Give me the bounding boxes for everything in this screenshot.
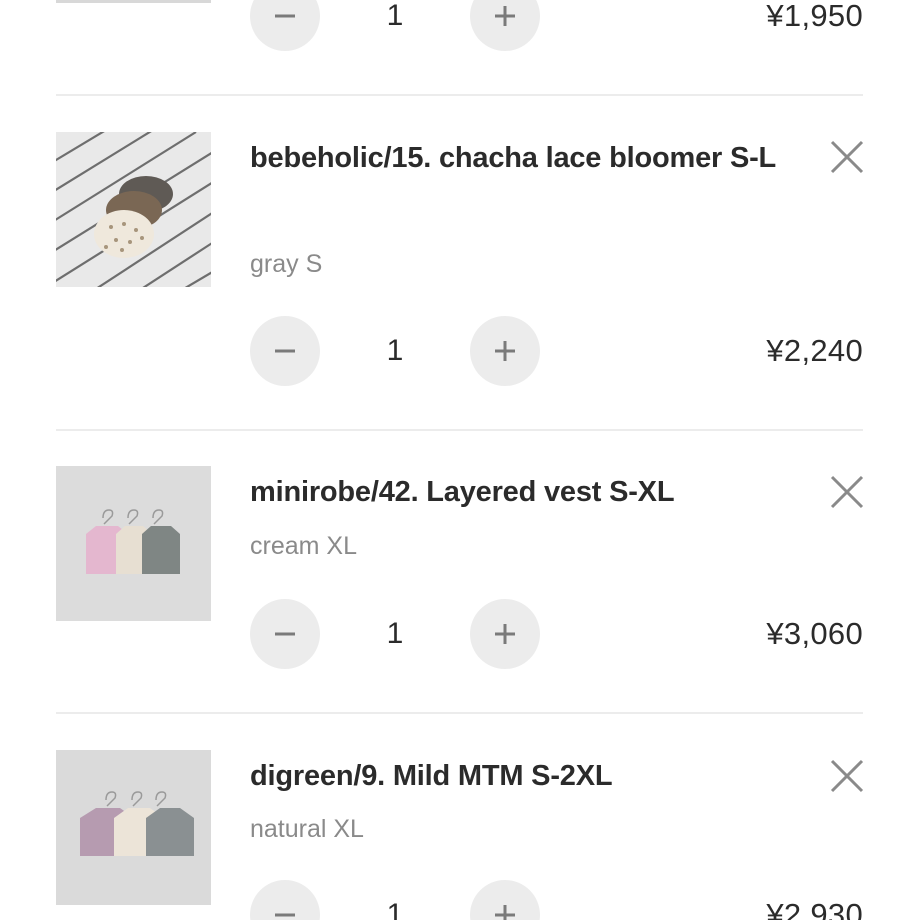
- product-name[interactable]: bebeholic/15. chacha lace bloomer S-L: [250, 132, 810, 184]
- quantity-value: 1: [386, 898, 404, 920]
- product-thumbnail[interactable]: [56, 132, 211, 287]
- increase-quantity-button[interactable]: [470, 880, 540, 920]
- decrease-quantity-button[interactable]: [250, 880, 320, 920]
- item-price: ¥1,950: [766, 0, 863, 33]
- close-icon: [830, 140, 864, 174]
- close-icon: [830, 475, 864, 509]
- product-variant: gray S: [250, 250, 323, 278]
- product-thumbnail[interactable]: [56, 0, 211, 3]
- close-icon: [830, 759, 864, 793]
- remove-item-button[interactable]: [828, 138, 866, 176]
- plus-icon: [495, 6, 515, 26]
- quantity-value: 1: [386, 0, 404, 32]
- item-divider: [56, 429, 863, 431]
- plus-icon: [495, 341, 515, 361]
- decrease-quantity-button[interactable]: [250, 599, 320, 669]
- minus-icon: [275, 14, 295, 18]
- item-price: ¥2,240: [766, 333, 863, 368]
- vest-photo: [56, 466, 211, 621]
- item-price: ¥2,930: [766, 897, 863, 920]
- bloomer-photo: [56, 132, 211, 287]
- increase-quantity-button[interactable]: [470, 599, 540, 669]
- cart-list: 1 ¥1,950 bebeholic/15. chacha lace bloom…: [0, 0, 920, 920]
- product-variant: cream XL: [250, 532, 357, 560]
- product-thumbnail[interactable]: [56, 466, 211, 621]
- minus-icon: [275, 632, 295, 636]
- remove-item-button[interactable]: [828, 473, 866, 511]
- sweatshirt-photo: [56, 750, 211, 905]
- remove-item-button[interactable]: [828, 757, 866, 795]
- quantity-value: 1: [386, 334, 404, 367]
- minus-icon: [275, 913, 295, 917]
- product-name[interactable]: digreen/9. Mild MTM S-2XL: [250, 750, 810, 802]
- item-divider: [56, 94, 863, 96]
- decrease-quantity-button[interactable]: [250, 316, 320, 386]
- product-thumbnail[interactable]: [56, 750, 211, 905]
- product-name[interactable]: minirobe/42. Layered vest S-XL: [250, 466, 810, 518]
- increase-quantity-button[interactable]: [470, 316, 540, 386]
- minus-icon: [275, 349, 295, 353]
- decrease-quantity-button[interactable]: [250, 0, 320, 51]
- item-divider: [56, 712, 863, 714]
- increase-quantity-button[interactable]: [470, 0, 540, 51]
- quantity-value: 1: [386, 617, 404, 650]
- plus-icon: [495, 624, 515, 644]
- plus-icon: [495, 905, 515, 920]
- item-price: ¥3,060: [766, 616, 863, 651]
- product-variant: natural XL: [250, 815, 364, 843]
